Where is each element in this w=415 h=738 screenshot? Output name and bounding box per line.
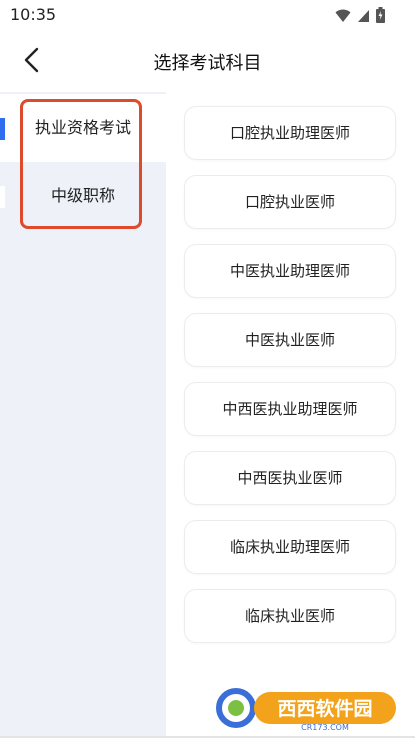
subject-list: 口腔执业助理医师 口腔执业医师 中医执业助理医师 中医执业医师 中西医执业助理医… [166, 92, 415, 738]
page-title: 选择考试科目 [153, 53, 262, 74]
signal-icon [357, 8, 370, 27]
subject-button[interactable]: 中西医执业医师 [184, 451, 396, 505]
wifi-icon [335, 8, 351, 27]
sidebar-item-label: 中级职称 [50, 186, 115, 205]
subject-button[interactable]: 临床执业医师 [184, 589, 396, 643]
status-icons [335, 7, 385, 27]
subject-button[interactable]: 中医执业助理医师 [184, 244, 396, 298]
status-time: 10:35 [10, 5, 57, 24]
subject-button[interactable]: 临床执业助理医师 [184, 520, 396, 574]
subject-button[interactable]: 口腔执业助理医师 [184, 106, 396, 160]
sidebar-item-label: 执业资格考试 [34, 118, 131, 137]
battery-charging-icon [376, 7, 385, 27]
indicator [0, 186, 5, 208]
watermark-logo: 西西软件园 CR173.COM [214, 686, 400, 732]
watermark-site: CR173.COM [301, 723, 349, 732]
subject-button[interactable]: 中西医执业助理医师 [184, 382, 396, 436]
subject-button[interactable]: 口腔执业医师 [184, 175, 396, 229]
subject-button[interactable]: 中医执业医师 [184, 313, 396, 367]
sidebar-item-qualification-exam[interactable]: 执业资格考试 [0, 94, 166, 162]
status-bar: 10:35 [0, 0, 415, 30]
watermark-logo-text: 西西软件园 [277, 697, 372, 720]
category-sidebar: 执业资格考试 中级职称 [0, 92, 166, 738]
sidebar-item-intermediate-title[interactable]: 中级职称 [0, 162, 166, 230]
active-indicator [0, 118, 5, 140]
navigation-bar: 选择考试科目 [0, 30, 415, 92]
